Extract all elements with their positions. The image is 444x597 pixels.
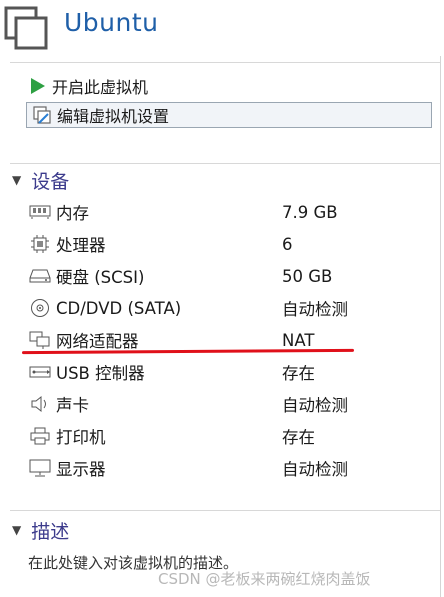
device-row-memory[interactable]: 内存 7.9 GB bbox=[28, 197, 438, 227]
device-value: 50 GB bbox=[282, 266, 333, 286]
device-name: CD/DVD (SATA) bbox=[56, 298, 182, 318]
device-name: 处理器 bbox=[56, 236, 106, 255]
power-on-vm-button[interactable]: 开启此虚拟机 bbox=[26, 73, 148, 99]
edit-settings-icon bbox=[31, 104, 53, 126]
panel-divider bbox=[440, 56, 441, 597]
device-row-printer[interactable]: 打印机 存在 bbox=[28, 421, 438, 451]
device-row-sound-card[interactable]: 声卡 自动检测 bbox=[28, 389, 438, 419]
collapse-triangle-icon: ▼ bbox=[12, 523, 22, 537]
description-section-header[interactable]: ▼ 描述 bbox=[12, 518, 70, 543]
device-row-processor[interactable]: 处理器 6 bbox=[28, 229, 438, 259]
device-name: 声卡 bbox=[56, 396, 89, 415]
vm-title: Ubuntu bbox=[64, 8, 159, 37]
power-on-vm-label: 开启此虚拟机 bbox=[52, 78, 149, 97]
memory-icon bbox=[28, 201, 52, 223]
display-icon bbox=[28, 457, 52, 479]
device-name: 网络适配器 bbox=[56, 332, 139, 351]
play-icon bbox=[26, 75, 48, 97]
printer-icon bbox=[28, 425, 52, 447]
edit-vm-settings-label: 编辑虚拟机设置 bbox=[57, 107, 170, 126]
cd-dvd-icon bbox=[28, 297, 52, 319]
device-row-cd-dvd[interactable]: CD/DVD (SATA) 自动检测 bbox=[28, 293, 438, 323]
usb-icon bbox=[28, 361, 52, 383]
device-value: NAT bbox=[282, 330, 315, 350]
device-value: 存在 bbox=[282, 428, 315, 447]
edit-vm-settings-button[interactable]: 编辑虚拟机设置 bbox=[26, 102, 432, 128]
sound-card-icon bbox=[28, 393, 52, 415]
description-divider bbox=[10, 510, 440, 511]
hard-disk-icon bbox=[28, 265, 52, 287]
device-name: 打印机 bbox=[56, 428, 106, 447]
devices-divider bbox=[10, 163, 440, 164]
device-value: 自动检测 bbox=[282, 396, 348, 415]
device-name: 内存 bbox=[56, 204, 89, 223]
device-row-hard-disk[interactable]: 硬盘 (SCSI) 50 GB bbox=[28, 261, 438, 291]
header-divider bbox=[10, 62, 440, 63]
device-value: 6 bbox=[282, 234, 293, 254]
device-name: 显示器 bbox=[56, 460, 106, 479]
device-value: 自动检测 bbox=[282, 460, 348, 479]
processor-icon bbox=[28, 233, 52, 255]
collapse-triangle-icon: ▼ bbox=[12, 173, 22, 187]
device-name: 硬盘 (SCSI) bbox=[56, 268, 145, 287]
devices-section-header[interactable]: ▼ 设备 bbox=[12, 168, 70, 193]
device-row-display[interactable]: 显示器 自动检测 bbox=[28, 453, 438, 483]
devices-section-title: 设备 bbox=[31, 170, 70, 193]
description-section-title: 描述 bbox=[31, 520, 70, 543]
network-adapter-icon bbox=[28, 329, 52, 351]
device-value: 7.9 GB bbox=[282, 202, 338, 222]
vm-window-icon bbox=[4, 6, 50, 52]
device-name: USB 控制器 bbox=[56, 364, 145, 383]
device-value: 自动检测 bbox=[282, 300, 348, 319]
watermark: CSDN @老板来两碗红烧肉盖饭 bbox=[158, 570, 371, 588]
device-row-usb-controller[interactable]: USB 控制器 存在 bbox=[28, 357, 438, 387]
device-value: 存在 bbox=[282, 364, 315, 383]
